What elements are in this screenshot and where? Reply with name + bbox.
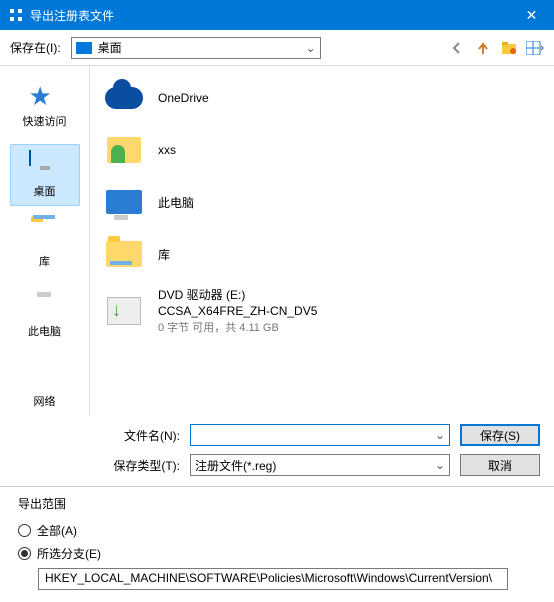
location-toolbar: 保存在(I): 桌面 ⌄ xyxy=(0,30,554,66)
cloud-icon xyxy=(102,78,146,118)
up-icon[interactable] xyxy=(474,39,492,57)
titlebar: 导出注册表文件 ✕ xyxy=(0,0,554,30)
radio-all[interactable]: 全部(A) xyxy=(18,522,536,539)
radio-selected-branch[interactable]: 所选分支(E) xyxy=(18,545,536,562)
folder-icon xyxy=(29,221,61,249)
save-in-label: 保存在(I): xyxy=(10,39,61,56)
sidebar-label: 网络 xyxy=(34,393,56,409)
sidebar-item-libraries[interactable]: 库 xyxy=(10,214,80,276)
sidebar-label: 库 xyxy=(39,253,50,269)
filetype-label: 保存类型(T): xyxy=(100,457,180,474)
branch-path-input[interactable]: HKEY_LOCAL_MACHINE\SOFTWARE\Policies\Mic… xyxy=(38,568,508,590)
radio-icon xyxy=(18,547,31,560)
newfolder-icon[interactable] xyxy=(500,39,518,57)
location-text: 桌面 xyxy=(98,39,306,56)
export-range-group: 导出范围 全部(A) 所选分支(E) HKEY_LOCAL_MACHINE\SO… xyxy=(0,487,554,602)
file-list[interactable]: OneDrive xxs 此电脑 库 DVD 驱动器 (E:) CCSA_X64… xyxy=(90,66,554,416)
filename-input[interactable]: ⌄ xyxy=(190,424,450,446)
radio-icon xyxy=(18,524,31,537)
save-fields: 文件名(N): ⌄ 保存(S) 保存类型(T): 注册文件(*.reg) ⌄ 取… xyxy=(0,416,554,487)
sidebar-label: 桌面 xyxy=(34,183,56,199)
list-item[interactable]: DVD 驱动器 (E:) CCSA_X64FRE_ZH-CN_DV5 0 字节 … xyxy=(96,282,548,339)
back-icon[interactable] xyxy=(448,39,466,57)
user-folder-icon xyxy=(102,130,146,170)
pc-icon xyxy=(102,182,146,222)
view-icon[interactable] xyxy=(526,39,544,57)
pc-icon xyxy=(29,291,61,319)
sidebar-label: 快速访问 xyxy=(23,113,67,129)
list-item[interactable]: xxs xyxy=(96,126,548,174)
list-item[interactable]: 库 xyxy=(96,230,548,278)
sidebar-label: 此电脑 xyxy=(28,323,61,339)
location-dropdown[interactable]: 桌面 ⌄ xyxy=(71,37,321,59)
app-icon xyxy=(8,7,24,23)
monitor-icon xyxy=(29,151,61,179)
list-item[interactable]: OneDrive xyxy=(96,74,548,122)
export-range-label: 导出范围 xyxy=(18,495,536,512)
save-button[interactable]: 保存(S) xyxy=(460,424,540,446)
star-icon: ★ xyxy=(29,81,61,109)
list-item[interactable]: 此电脑 xyxy=(96,178,548,226)
window-title: 导出注册表文件 xyxy=(30,7,509,24)
close-button[interactable]: ✕ xyxy=(509,0,554,30)
sidebar-item-this-pc[interactable]: 此电脑 xyxy=(10,284,80,346)
globe-icon xyxy=(29,361,61,389)
chevron-down-icon: ⌄ xyxy=(306,41,316,55)
chevron-down-icon[interactable]: ⌄ xyxy=(435,428,445,442)
sidebar-item-desktop[interactable]: 桌面 xyxy=(10,144,80,206)
library-folder-icon xyxy=(102,234,146,274)
dvd-drive-icon xyxy=(102,291,146,331)
chevron-down-icon: ⌄ xyxy=(435,458,445,472)
filetype-select[interactable]: 注册文件(*.reg) ⌄ xyxy=(190,454,450,476)
main-area: ★ 快速访问 桌面 库 此电脑 网络 OneDrive xxs xyxy=(0,66,554,416)
sidebar-item-network[interactable]: 网络 xyxy=(10,354,80,416)
desktop-icon xyxy=(76,42,92,54)
sidebar-item-quick-access[interactable]: ★ 快速访问 xyxy=(10,74,80,136)
places-sidebar: ★ 快速访问 桌面 库 此电脑 网络 xyxy=(0,66,90,416)
filename-label: 文件名(N): xyxy=(100,427,180,444)
cancel-button[interactable]: 取消 xyxy=(460,454,540,476)
